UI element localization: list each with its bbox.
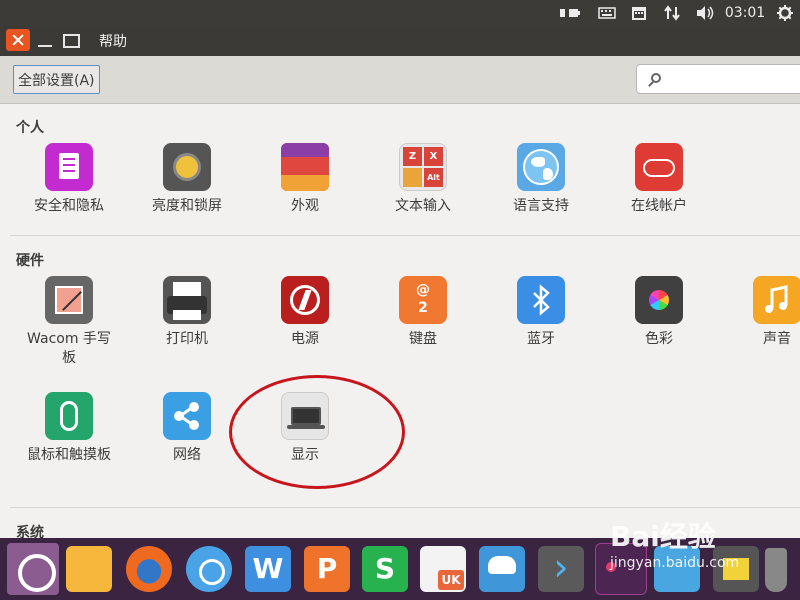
settings-item-label: 鼠标和触摸板 xyxy=(27,447,111,463)
key-x: X xyxy=(424,147,443,166)
settings-item-label: 在线帐户 xyxy=(631,198,687,214)
ubuntu-kylin-software-icon[interactable] xyxy=(420,546,466,592)
online-accounts-icon xyxy=(635,143,683,191)
wps-writer-icon[interactable]: W xyxy=(245,546,291,592)
search-icon xyxy=(651,73,661,83)
text-entry-icon: Z X Alt xyxy=(399,143,447,191)
search-input[interactable] xyxy=(636,64,800,94)
clock[interactable]: 03:01 xyxy=(724,0,766,26)
appearance-icon xyxy=(281,143,329,191)
settings-item-privacy[interactable]: 安全和隐私 xyxy=(10,143,128,216)
settings-item-language[interactable]: 语言支持 xyxy=(482,143,600,216)
section-title-personal: 个人 xyxy=(16,120,44,136)
settings-item-power[interactable]: 电源 xyxy=(246,276,364,349)
all-settings-button[interactable]: 全部设置(A) xyxy=(13,65,100,94)
settings-item-label: 语言支持 xyxy=(513,198,569,214)
settings-item-online-accounts[interactable]: 在线帐户 xyxy=(600,143,718,216)
calendar-icon[interactable] xyxy=(628,0,650,26)
ubuntu-logo-icon[interactable] xyxy=(7,543,59,595)
settings-item-label: 网络 xyxy=(173,447,201,463)
key-blank xyxy=(403,168,422,187)
settings-item-label: 蓝牙 xyxy=(527,331,555,347)
watermark-url: jingyan.baidu.com xyxy=(610,555,740,571)
youker-assistant-icon[interactable] xyxy=(479,546,525,592)
battery-icon[interactable] xyxy=(558,0,582,26)
color-icon xyxy=(635,276,683,324)
bluetooth-icon xyxy=(517,276,565,324)
settings-item-label: 电源 xyxy=(291,331,319,347)
wps-spreadsheet-icon[interactable]: S xyxy=(362,546,408,592)
mouse-icon xyxy=(45,392,93,440)
language-globe-icon xyxy=(517,143,565,191)
key-z: Z xyxy=(403,147,422,166)
files-folder-icon[interactable] xyxy=(66,546,112,592)
keyboard-icon-at: @ xyxy=(416,282,430,298)
settings-toolbar: 全部设置(A) xyxy=(0,56,800,104)
section-title-hardware: 硬件 xyxy=(16,253,44,269)
trash-icon[interactable] xyxy=(765,548,787,592)
settings-item-appearance[interactable]: 外观 xyxy=(246,143,364,216)
settings-item-color[interactable]: 色彩 xyxy=(600,276,718,349)
settings-item-label: Wacom 手写板 xyxy=(27,331,111,366)
keyboard-settings-icon: @ 2 xyxy=(399,276,447,324)
settings-item-label: 亮度和锁屏 xyxy=(152,198,222,214)
settings-item-label: 声音 xyxy=(763,331,791,347)
settings-item-label: 键盘 xyxy=(409,331,437,347)
wacom-tablet-icon xyxy=(45,276,93,324)
settings-item-label: 文本输入 xyxy=(395,198,451,214)
wps-presentation-icon[interactable]: P xyxy=(304,546,350,592)
keyboard-icon[interactable] xyxy=(596,0,618,26)
settings-item-bluetooth[interactable]: 蓝牙 xyxy=(482,276,600,349)
network-arrows-icon[interactable] xyxy=(661,0,683,26)
settings-item-label: 色彩 xyxy=(645,331,673,347)
keyboard-icon-digit: 2 xyxy=(418,300,428,316)
sound-icon xyxy=(753,276,800,324)
section-divider xyxy=(10,235,800,236)
printer-icon xyxy=(163,276,211,324)
privacy-icon xyxy=(45,143,93,191)
firefox-icon[interactable] xyxy=(126,546,172,592)
window-close-button[interactable] xyxy=(6,29,30,51)
settings-item-text-entry[interactable]: Z X Alt 文本输入 xyxy=(364,143,482,216)
settings-item-brightness-lock[interactable]: 亮度和锁屏 xyxy=(128,143,246,216)
section-divider xyxy=(10,507,800,508)
settings-item-label: 外观 xyxy=(291,198,319,214)
window-maximize-button[interactable] xyxy=(58,29,82,51)
settings-item-wacom[interactable]: Wacom 手写板 xyxy=(10,276,128,368)
watermark-brand: Bai经验 xyxy=(610,520,716,553)
settings-item-label: 打印机 xyxy=(166,331,208,347)
terminal-arrow-icon[interactable] xyxy=(538,546,584,592)
power-icon xyxy=(281,276,329,324)
settings-item-sound[interactable]: 声音 xyxy=(718,276,800,349)
volume-icon[interactable] xyxy=(693,0,717,26)
settings-item-mouse[interactable]: 鼠标和触摸板 xyxy=(10,392,128,465)
settings-gear-icon[interactable] xyxy=(774,0,796,26)
chromium-icon[interactable] xyxy=(186,546,232,592)
window-menubar: 帮助 xyxy=(0,26,800,56)
watermark: Bai经验 jingyan.baidu.com xyxy=(610,515,739,571)
settings-item-keyboard[interactable]: @ 2 键盘 xyxy=(364,276,482,349)
key-alt: Alt xyxy=(424,168,443,187)
settings-item-printer[interactable]: 打印机 xyxy=(128,276,246,349)
window-minimize-button[interactable] xyxy=(34,29,58,51)
top-panel: 03:01 xyxy=(0,0,800,26)
annotation-circle xyxy=(229,375,405,489)
brightness-lock-icon xyxy=(163,143,211,191)
help-menu[interactable]: 帮助 xyxy=(99,31,127,51)
settings-item-label: 安全和隐私 xyxy=(34,198,104,214)
network-icon xyxy=(163,392,211,440)
